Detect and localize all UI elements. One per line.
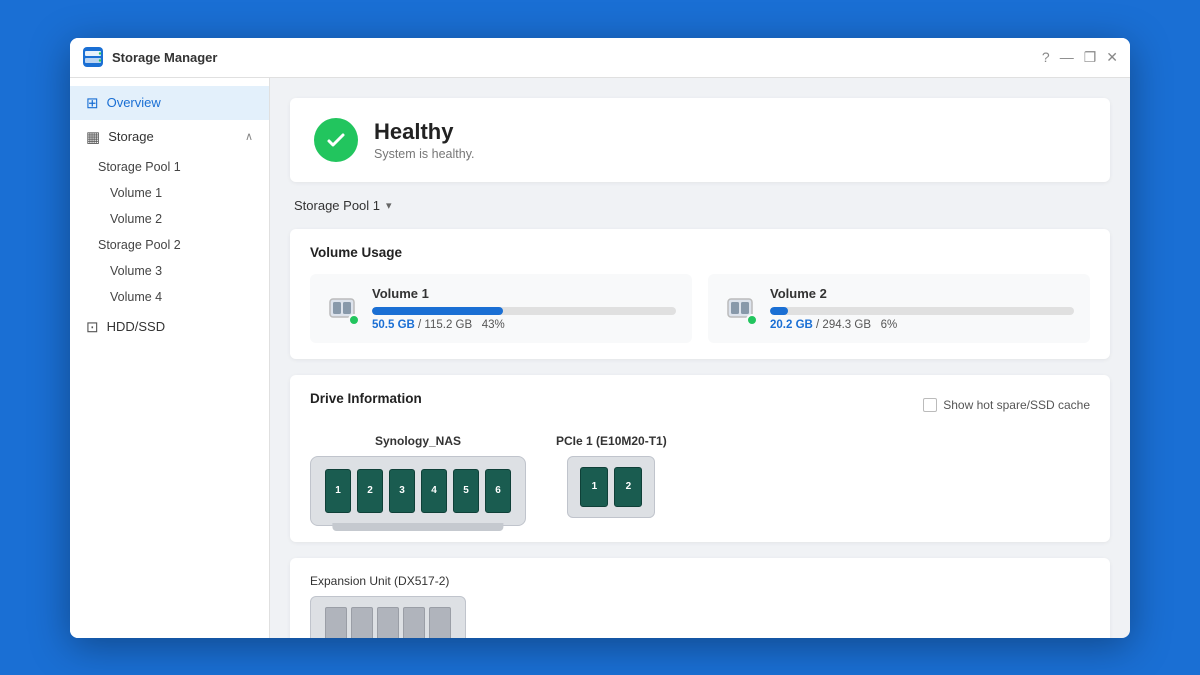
synology-nas-label: Synology_NAS [375,434,461,448]
volume2-divider: / 294.3 GB 6% [816,319,897,331]
volume1-info: Volume 1 50.5 GB / 115.2 GB 43% [372,286,676,331]
volume-usage-panel: Volume Usage [290,229,1110,359]
overview-icon: ⊞ [86,94,99,112]
volume1-stats: 50.5 GB / 115.2 GB 43% [372,319,676,331]
volume1-icon-container [326,292,358,324]
expansion-slot-2 [351,607,373,638]
app-title: Storage Manager [112,50,1042,65]
nas-slot-3: 3 [389,469,415,513]
minimize-button[interactable]: — [1060,49,1074,65]
health-card: Healthy System is healthy. [290,98,1110,182]
hot-spare-label: Show hot spare/SSD cache [943,398,1090,412]
drive-units: Synology_NAS 1 2 3 4 5 6 PCIe 1 (E10M20-… [310,434,1090,526]
sidebar-volume1-label: Volume 1 [110,186,162,200]
sidebar-item-pool2[interactable]: Storage Pool 2 [70,232,269,258]
hdd-icon: ⊡ [86,318,99,336]
storage-icon: ▦ [86,128,100,146]
sidebar-item-volume2[interactable]: Volume 2 [70,206,269,232]
sidebar-hdd-ssd-label: HDD/SSD [107,319,166,334]
volume2-bar-container [770,307,1074,315]
volume1-used: 50.5 GB [372,319,415,331]
sidebar-item-overview[interactable]: ⊞ Overview [70,86,269,120]
volume1-status-dot [348,314,360,326]
volume-grid: Volume 1 50.5 GB / 115.2 GB 43% [310,274,1090,343]
sidebar-item-volume4[interactable]: Volume 4 [70,284,269,310]
sidebar-item-volume3[interactable]: Volume 3 [70,258,269,284]
volume2-name: Volume 2 [770,286,1074,301]
help-button[interactable]: ? [1042,49,1050,65]
window-controls[interactable]: ? — ❐ ✕ [1042,49,1118,66]
pcie-enclosure: 1 2 [567,456,655,518]
volume-usage-title: Volume Usage [310,245,1090,260]
volume-item-2: Volume 2 20.2 GB / 294.3 GB 6% [708,274,1090,343]
expansion-slot-1 [325,607,347,638]
sidebar-volume2-label: Volume 2 [110,212,162,226]
volume1-bar-container [372,307,676,315]
sidebar-volume3-label: Volume 3 [110,264,162,278]
expansion-slot-5 [429,607,451,638]
health-text: Healthy System is healthy. [374,119,475,161]
drive-information-panel: Drive Information Show hot spare/SSD cac… [290,375,1110,542]
health-description: System is healthy. [374,147,475,161]
drive-information-title: Drive Information [310,391,422,406]
close-button[interactable]: ✕ [1106,49,1118,66]
sidebar-group-storage[interactable]: ▦ Storage ∧ [70,120,269,154]
sidebar-pool2-label: Storage Pool 2 [98,238,181,252]
pcie-label: PCIe 1 (E10M20-T1) [556,434,667,448]
pool-selector[interactable]: Storage Pool 1 ▾ [294,198,1110,213]
hot-spare-checkbox-box[interactable] [923,398,937,412]
pcie-slot-2: 2 [614,467,642,507]
sidebar-item-pool1[interactable]: Storage Pool 1 [70,154,269,180]
volume2-stats: 20.2 GB / 294.3 GB 6% [770,319,1074,331]
expansion-slot-3 [377,607,399,638]
nas-slot-1: 1 [325,469,351,513]
nas-slot-6: 6 [485,469,511,513]
titlebar: Storage Manager ? — ❐ ✕ [70,38,1130,78]
expansion-slot-4 [403,607,425,638]
sidebar: ⊞ Overview ▦ Storage ∧ Storage Pool 1 Vo… [70,78,270,638]
volume1-divider: / 115.2 GB 43% [418,319,505,331]
main-layout: ⊞ Overview ▦ Storage ∧ Storage Pool 1 Vo… [70,78,1130,638]
sidebar-storage-label: Storage [108,129,154,144]
pool-selector-chevron-icon: ▾ [386,199,392,212]
expansion-enclosure [310,596,466,638]
sidebar-pool1-label: Storage Pool 1 [98,160,181,174]
hot-spare-toggle[interactable]: Show hot spare/SSD cache [923,398,1090,412]
volume-item-1: Volume 1 50.5 GB / 115.2 GB 43% [310,274,692,343]
nas-slot-5: 5 [453,469,479,513]
pcie-slot-1: 1 [580,467,608,507]
volume2-info: Volume 2 20.2 GB / 294.3 GB 6% [770,286,1074,331]
volume2-icon-container [724,292,756,324]
drive-panel-header: Drive Information Show hot spare/SSD cac… [310,391,1090,420]
nas-slot-2: 2 [357,469,383,513]
app-window: Storage Manager ? — ❐ ✕ ⊞ Overview ▦ Sto… [70,38,1130,638]
sidebar-item-volume1[interactable]: Volume 1 [70,180,269,206]
expansion-panel: Expansion Unit (DX517-2) [290,558,1110,638]
expansion-label: Expansion Unit (DX517-2) [310,574,1090,588]
app-icon [82,46,104,68]
volume2-used: 20.2 GB [770,319,813,331]
health-status: Healthy [374,119,475,145]
health-icon-circle [314,118,358,162]
synology-nas-unit: Synology_NAS 1 2 3 4 5 6 [310,434,526,526]
volume1-name: Volume 1 [372,286,676,301]
storage-chevron-icon: ∧ [245,130,253,143]
volume2-bar [770,307,788,315]
nas-slot-4: 4 [421,469,447,513]
volume1-bar [372,307,503,315]
maximize-button[interactable]: ❐ [1084,49,1097,66]
sidebar-volume4-label: Volume 4 [110,290,162,304]
volume2-status-dot [746,314,758,326]
pcie-unit: PCIe 1 (E10M20-T1) 1 2 [556,434,667,526]
sidebar-item-hdd-ssd[interactable]: ⊡ HDD/SSD [70,310,269,344]
sidebar-overview-label: Overview [107,95,161,110]
pool-selector-label: Storage Pool 1 [294,198,380,213]
nas-enclosure: 1 2 3 4 5 6 [310,456,526,526]
content-area: Healthy System is healthy. Storage Pool … [270,78,1130,638]
